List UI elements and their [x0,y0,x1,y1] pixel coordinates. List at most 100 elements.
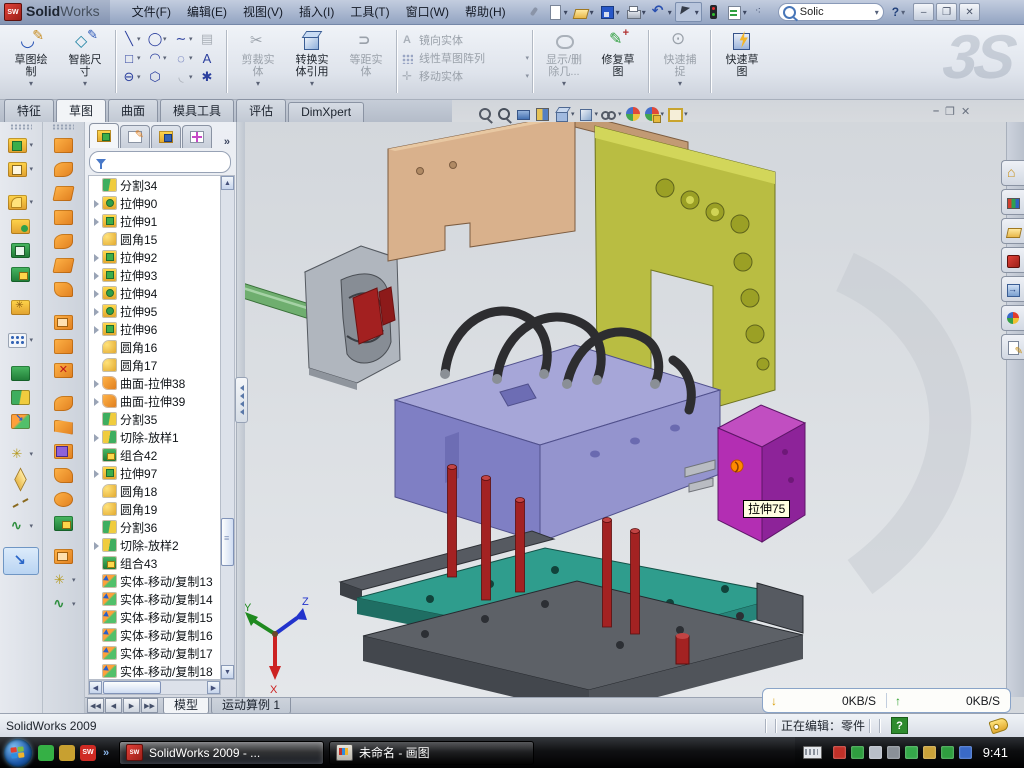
helix-spiral-button[interactable]: ▾ [43,592,83,616]
doc-tab-运动算例 1[interactable]: 运动算例 1 [211,698,291,715]
taskpane-file-explorer-tab[interactable] [1001,218,1024,244]
sketch-fillet-button[interactable]: ◟▾ [172,68,197,86]
shell-button[interactable] [1,238,41,262]
taskbar-window[interactable]: 未命名 - 画图 [329,741,534,765]
curve-button[interactable]: ▾ [43,568,83,592]
scrollbar-thumb[interactable] [221,518,234,566]
revolved-surface-button[interactable] [43,157,83,181]
dropdown-arrow-icon[interactable]: ▾ [189,35,196,43]
doc-minimize-button[interactable]: – [933,105,939,118]
tree-item-组合42[interactable]: 组合42 [91,446,220,464]
smart-dimension-button[interactable]: 智能尺 寸 ▾ [58,26,112,97]
tree-item-拉伸91[interactable]: 拉伸91 [91,212,220,230]
expander-icon[interactable] [92,469,101,478]
tree-item-分割36[interactable]: 分割36 [91,518,220,536]
save-button[interactable]: ▾ [597,3,622,21]
tree-item-拉伸90[interactable]: 拉伸90 [91,194,220,212]
ql-messenger-icon[interactable] [38,745,54,761]
selection-box-button[interactable]: ▤ [198,30,223,48]
pin-button[interactable] [524,3,544,21]
hide-show-items-button[interactable]: ▾ [601,106,622,122]
linear-pattern-button[interactable]: ▾ [1,328,41,352]
menu-视图(V)[interactable]: 视图(V) [235,0,291,24]
dropdown-arrow-icon[interactable]: ▾ [137,35,144,43]
edit-appearance-button[interactable] [625,106,641,122]
tree-item-圆角15[interactable]: 圆角15 [91,230,220,248]
view-settings-button[interactable]: ▾ [667,106,688,122]
tab-dimxpert-manager[interactable] [182,125,212,148]
close-button[interactable]: ✕ [959,3,980,21]
zoom-area-button[interactable] [497,106,513,122]
tags-icon[interactable] [988,717,1009,735]
tab-property-manager[interactable] [120,125,150,148]
dropdown-arrow-icon[interactable]: ▾ [661,110,665,118]
tree-vertical-scrollbar[interactable]: ▲ ▼ [220,175,235,680]
dropdown-arrow-icon[interactable]: ▾ [137,54,144,62]
tab-模具工具[interactable]: 模具工具 [160,99,234,122]
body-move-button[interactable] [1,409,41,433]
search-input[interactable]: Solic ▾ [778,3,884,21]
lofted-surface-button[interactable] [43,205,83,229]
tray-network-alert-icon[interactable] [923,746,936,759]
previous-tab-icon[interactable]: ◀ [105,698,122,713]
start-button[interactable] [4,739,32,767]
tree-item-圆角18[interactable]: 圆角18 [91,482,220,500]
restore-button[interactable]: ❐ [936,3,957,21]
polygon-button[interactable]: ⬡ [146,68,171,86]
view-orientation-button[interactable]: ▾ [554,106,575,122]
taskbar-window[interactable]: SWSolidWorks 2009 - ... [119,741,324,765]
reference-point-button[interactable]: ▾ [1,442,41,466]
extruded-boss-button[interactable]: ▾ [1,133,41,157]
menu-文件(F)[interactable]: 文件(F) [124,0,179,24]
dropdown-arrow-icon[interactable]: ▾ [256,79,260,88]
ql-overflow-icon[interactable]: » [101,745,111,761]
quick-snaps-button[interactable]: 快速捕 捉 ▾ [653,26,707,97]
dropdown-arrow-icon[interactable]: ▾ [525,54,529,62]
tree-item-实体-移动/复制17[interactable]: 实体-移动/复制17 [91,644,220,662]
dropdown-arrow-icon[interactable]: ▾ [571,110,575,118]
dropdown-arrow-icon[interactable]: ▾ [163,35,170,43]
zoom-fit-button[interactable] [478,106,494,122]
new-file-button[interactable]: ▾ [545,3,570,21]
undo-button[interactable]: ▾ [649,3,674,21]
tab-特征[interactable]: 特征 [4,99,54,122]
panel-splitter[interactable] [237,122,245,697]
panel-chevron-icon[interactable]: » [224,136,230,148]
boundary-surface-button[interactable] [43,229,83,253]
dropdown-arrow-icon[interactable]: ▾ [29,336,33,344]
taskpane-design-library-tab[interactable] [1001,189,1024,215]
scroll-left-icon[interactable]: ◀ [89,681,102,694]
tree-item-切除-放样2[interactable]: 切除-放样2 [91,536,220,554]
trim-surface-button[interactable] [43,439,83,463]
menu-窗口(W)[interactable]: 窗口(W) [398,0,457,24]
point-button[interactable]: ✱ [198,68,223,86]
next-tab-icon[interactable]: ▶ [123,698,140,713]
fillet-button[interactable]: ▾ [1,190,41,214]
tab-草图[interactable]: 草图 [56,99,106,123]
tree-item-组合43[interactable]: 组合43 [91,554,220,572]
combine-button[interactable] [1,361,41,385]
expander-icon[interactable] [92,397,101,406]
dropdown-arrow-icon[interactable]: ▾ [29,450,33,458]
tree-horizontal-scrollbar[interactable]: ◀ ▶ [88,680,221,695]
menu-插入(I)[interactable]: 插入(I) [291,0,342,24]
tray-update-icon[interactable] [869,746,882,759]
offset-entities-button[interactable]: 等距实 体 [339,26,393,97]
delete-face-button[interactable] [43,358,83,382]
dropdown-arrow-icon[interactable]: ▾ [562,79,566,88]
dropdown-arrow-icon[interactable]: ▾ [678,79,682,88]
sketch-button[interactable]: 草图绘 制 ▾ [4,26,58,97]
rapid-sketch-button[interactable]: 快速草 图 [715,26,769,97]
dropdown-arrow-icon[interactable]: ▾ [595,110,599,118]
dropdown-arrow-icon[interactable]: ▾ [83,79,87,88]
taskpane-appearances-tab[interactable] [1001,305,1024,331]
display-style-button[interactable]: ▾ [578,106,599,122]
draft-button[interactable] [1,262,41,286]
ql-media-icon[interactable] [59,745,75,761]
dropdown-arrow-icon[interactable]: ▾ [618,110,622,118]
move-entities-button[interactable]: 移动实体 ▾ [401,68,529,84]
dropdown-arrow-icon[interactable]: ▾ [29,165,33,173]
untrim-surface-button[interactable] [43,463,83,487]
scrollbar-thumb[interactable] [103,681,161,694]
tab-曲面[interactable]: 曲面 [108,99,158,122]
